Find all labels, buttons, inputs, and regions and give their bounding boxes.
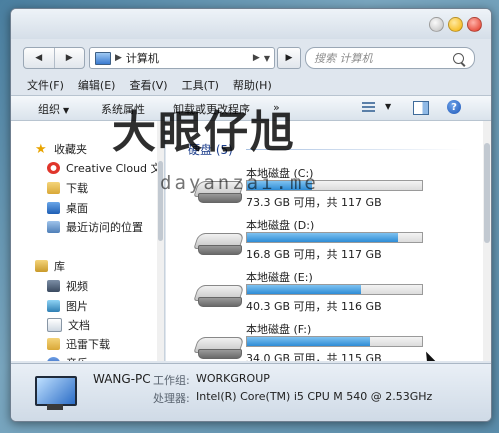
organize-label: 组织 xyxy=(38,103,60,116)
folder-icon xyxy=(47,338,60,350)
drive-item[interactable]: 本地磁盘 (E:) 40.3 GB 可用，共 116 GB xyxy=(186,269,426,315)
nav-item-label: 文档 xyxy=(68,319,90,332)
drive-name: 本地磁盘 (E:) xyxy=(246,271,313,284)
nav-item-label: 下载 xyxy=(66,182,88,195)
address-dropdown-icon[interactable]: ▼ xyxy=(264,54,270,63)
change-view-icon[interactable] xyxy=(362,102,375,113)
library-icon xyxy=(35,260,48,272)
breadcrumb-computer[interactable]: 计算机 xyxy=(126,50,249,66)
drive-usage-bar xyxy=(246,232,423,243)
workgroup-value: WORKGROUP xyxy=(196,372,270,385)
minimize-button[interactable] xyxy=(448,17,463,32)
menu-tools[interactable]: 工具(T) xyxy=(182,77,219,93)
star-icon: ★ xyxy=(35,141,47,157)
nav-item-label: 迅雷下载 xyxy=(66,338,110,351)
hard-drive-icon xyxy=(193,233,245,255)
nav-item-music[interactable]: 音乐 xyxy=(47,355,88,361)
nav-item-recent-places[interactable]: 最近访问的位置 xyxy=(47,219,143,235)
hard-drive-icon xyxy=(193,337,245,359)
creative-cloud-icon xyxy=(47,162,60,174)
hard-drive-icon xyxy=(193,285,245,307)
processor-label: 处理器: xyxy=(153,392,190,405)
workgroup-label: 工作组: xyxy=(153,374,190,387)
nav-item-creative-cloud[interactable]: Creative Cloud 文 xyxy=(47,160,162,176)
computer-name: WANG-PC xyxy=(93,372,151,386)
nav-item-pictures[interactable]: 图片 xyxy=(47,298,88,314)
nav-item-downloads[interactable]: 下载 xyxy=(47,180,88,196)
chevron-down-icon[interactable]: ▼ xyxy=(385,102,391,111)
explorer-window: ◀ ▶ ▶ 计算机 ▶ ▼ ▶ 搜索 计算机 文件(F) 编辑(E) 查看(V)… xyxy=(10,8,492,422)
content-scrollbar-thumb[interactable] xyxy=(484,143,490,243)
close-button[interactable] xyxy=(467,17,482,32)
nav-item-label: Creative Cloud 文 xyxy=(66,162,162,175)
desktop-icon xyxy=(47,202,60,214)
drive-space-info: 73.3 GB 可用，共 117 GB xyxy=(246,196,382,209)
drive-name: 本地磁盘 (D:) xyxy=(246,219,315,232)
chevron-down-icon: ▼ xyxy=(63,106,70,115)
breadcrumb-arrow-icon[interactable]: ▶ xyxy=(253,53,260,63)
nav-favorites-label: 收藏夹 xyxy=(54,143,87,156)
help-icon[interactable]: ? xyxy=(447,100,461,114)
menu-help[interactable]: 帮助(H) xyxy=(233,77,272,93)
processor-value: Intel(R) Core(TM) i5 CPU M 540 @ 2.53GHz xyxy=(196,390,433,403)
address-bar[interactable]: ▶ 计算机 ▶ ▼ xyxy=(89,47,275,69)
monitor-stand xyxy=(47,404,63,410)
breadcrumb-arrow-icon: ▶ xyxy=(115,53,122,63)
forward-button[interactable]: ▶ xyxy=(53,48,85,68)
nav-item-desktop[interactable]: 桌面 xyxy=(47,200,88,216)
drive-usage-bar xyxy=(246,284,423,295)
nav-item-thunder-downloads[interactable]: 迅雷下载 xyxy=(47,336,110,352)
drive-space-info: 40.3 GB 可用，共 116 GB xyxy=(246,300,382,313)
nav-buttons: ◀ ▶ xyxy=(23,47,85,69)
menu-file[interactable]: 文件(F) xyxy=(27,77,64,93)
computer-monitor-icon xyxy=(35,376,77,406)
music-icon xyxy=(47,357,60,361)
nav-item-label: 视频 xyxy=(66,280,88,293)
nav-libraries[interactable]: 库 xyxy=(35,258,65,274)
video-icon xyxy=(47,280,60,292)
menu-edit[interactable]: 编辑(E) xyxy=(78,77,116,93)
watermark-url: dayanzai.me xyxy=(160,172,319,194)
drive-name: 本地磁盘 (F:) xyxy=(246,323,312,336)
drive-item[interactable]: 本地磁盘 (F:) 34.0 GB 可用，共 115 GB xyxy=(186,321,426,361)
drive-space-info: 16.8 GB 可用，共 117 GB xyxy=(246,248,382,261)
menu-bar: 文件(F) 编辑(E) 查看(V) 工具(T) 帮助(H) xyxy=(11,76,491,94)
search-placeholder: 搜索 计算机 xyxy=(314,52,373,65)
zoom-button[interactable] xyxy=(429,17,444,32)
nav-item-label: 图片 xyxy=(66,300,88,313)
pictures-icon xyxy=(47,300,60,312)
nav-item-label: 最近访问的位置 xyxy=(66,221,143,234)
downloads-folder-icon xyxy=(47,182,60,194)
search-input[interactable]: 搜索 计算机 xyxy=(305,47,475,69)
nav-item-videos[interactable]: 视频 xyxy=(47,278,88,294)
back-button[interactable]: ◀ xyxy=(24,48,54,68)
recent-places-icon xyxy=(47,221,60,233)
search-icon[interactable] xyxy=(453,52,464,64)
preview-pane-icon[interactable] xyxy=(413,101,429,115)
menu-view[interactable]: 查看(V) xyxy=(129,77,167,93)
organize-button[interactable]: 组织 ▼ xyxy=(38,101,69,117)
nav-favorites[interactable]: ★ 收藏夹 xyxy=(35,141,87,157)
address-row: ◀ ▶ ▶ 计算机 ▶ ▼ ▶ 搜索 计算机 xyxy=(11,43,491,71)
drive-item[interactable]: 本地磁盘 (D:) 16.8 GB 可用，共 117 GB xyxy=(186,217,426,263)
nav-item-label: 桌面 xyxy=(66,202,88,215)
drive-space-info: 34.0 GB 可用，共 115 GB xyxy=(246,352,382,361)
nav-libraries-label: 库 xyxy=(54,260,65,273)
refresh-button[interactable]: ▶ xyxy=(277,47,301,69)
computer-icon xyxy=(95,51,111,65)
title-bar xyxy=(11,9,491,39)
watermark-logo: 大眼仔旭 xyxy=(112,107,296,158)
details-pane: WANG-PC 工作组: WORKGROUP 处理器: Intel(R) Cor… xyxy=(11,363,491,421)
documents-icon xyxy=(47,318,62,332)
drive-usage-bar xyxy=(246,336,423,347)
nav-item-label: 音乐 xyxy=(66,355,88,361)
nav-item-documents[interactable]: 文档 xyxy=(47,317,90,333)
